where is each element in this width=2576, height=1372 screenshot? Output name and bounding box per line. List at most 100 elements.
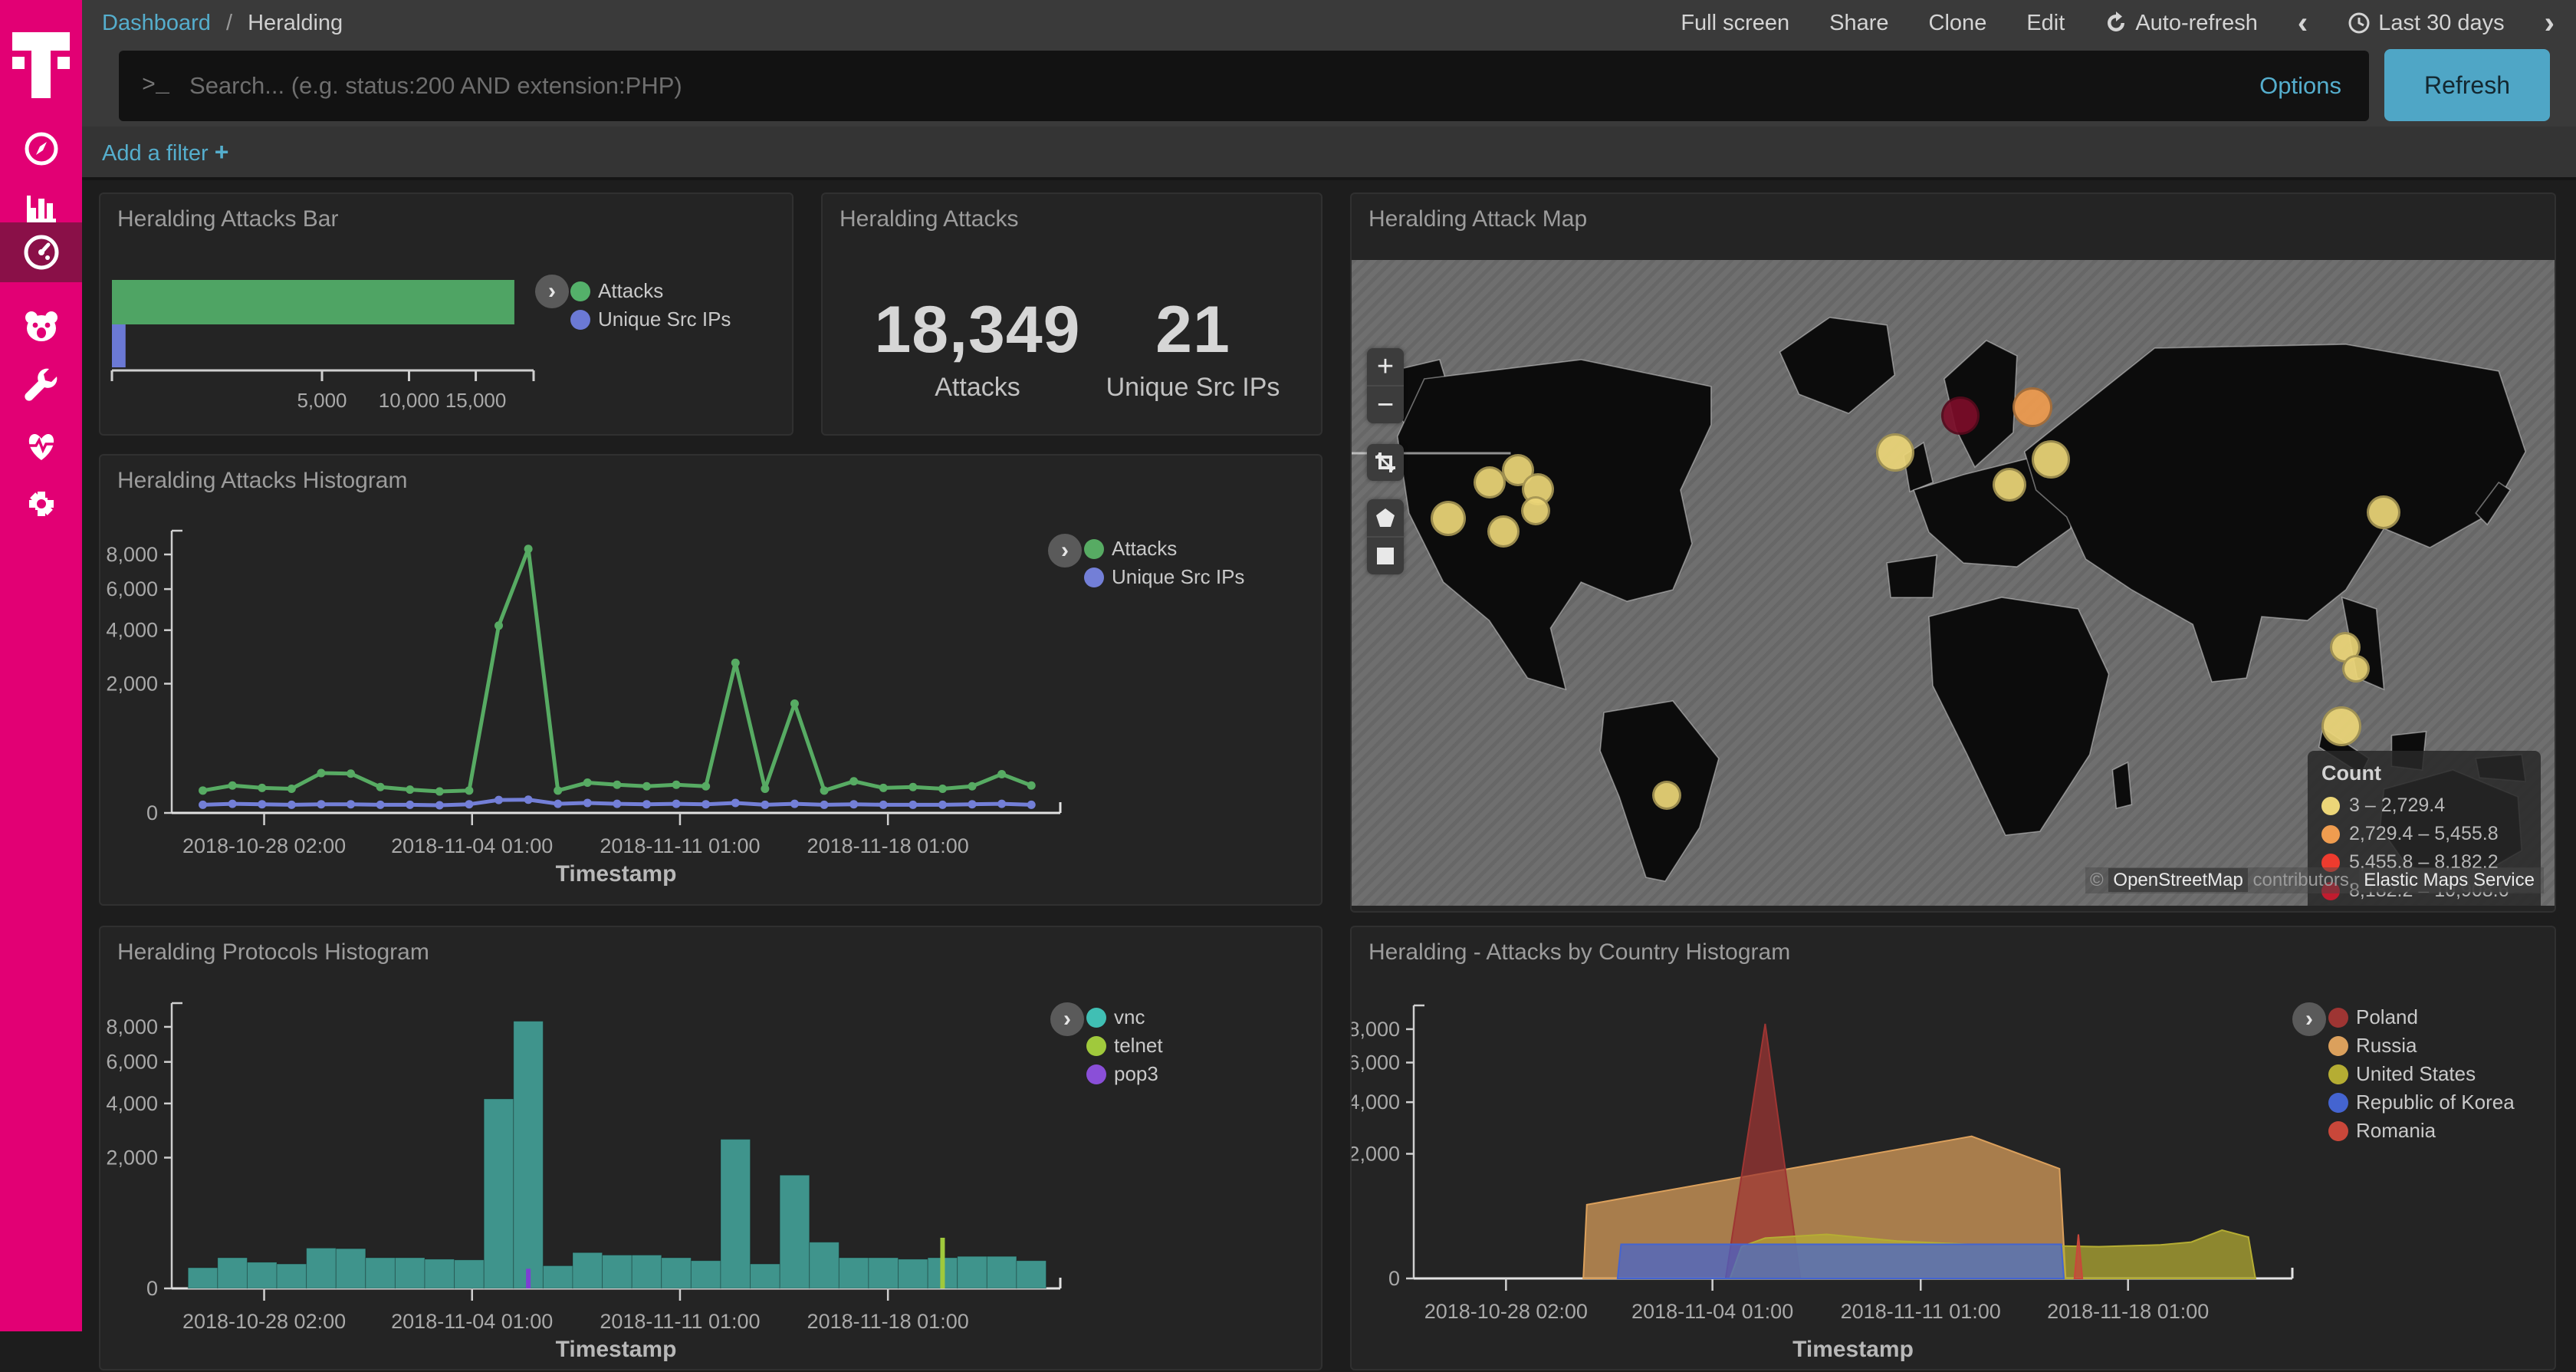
legend-item[interactable]: vnc — [1086, 1003, 1163, 1031]
legend-item[interactable]: Attacks — [570, 277, 731, 305]
time-forward-button[interactable]: › — [2545, 12, 2555, 35]
map-draw-controls — [1367, 499, 1404, 574]
telekom-logo[interactable] — [0, 15, 82, 107]
legend-dot-icon — [1086, 1008, 1106, 1028]
fit-bounds-button[interactable] — [1367, 444, 1404, 481]
panel-title: Heralding Attacks Bar — [117, 206, 338, 232]
share-button[interactable]: Share — [1829, 11, 1888, 36]
panel-country-histogram: Heralding - Attacks by Country Histogram… — [1350, 926, 2556, 1370]
attribution-link[interactable]: OpenStreetMap — [2108, 868, 2247, 892]
add-filter-button[interactable]: Add a filter + — [102, 138, 228, 166]
edit-button[interactable]: Edit — [2026, 11, 2065, 36]
panel-attacks-histogram: Heralding Attacks Histogram 02,0004,0006… — [99, 454, 1322, 906]
legend-item[interactable]: Unique Src IPs — [570, 305, 731, 334]
bucket-label: 3 – 2,729.4 — [2349, 795, 2445, 817]
panel-title: Heralding Protocols Histogram — [117, 939, 429, 966]
auto-refresh-button[interactable]: Auto-refresh — [2104, 11, 2258, 36]
svg-text:Timestamp: Timestamp — [1792, 1337, 1914, 1362]
legend-item[interactable]: Attacks — [1084, 535, 1244, 563]
map-legend-item: 10,908.6 – 13,635 — [2321, 905, 2527, 906]
rectangle-icon — [1375, 545, 1396, 567]
sidebar-item-dev-tools[interactable] — [0, 356, 82, 416]
legend-item[interactable]: Romania — [2328, 1117, 2515, 1145]
legend-label: United States — [2356, 1062, 2476, 1086]
legend-item[interactable]: Russia — [2328, 1031, 2515, 1060]
legend-item[interactable]: Unique Src IPs — [1084, 563, 1244, 591]
search-input[interactable] — [188, 71, 2259, 100]
top-nav: Dashboard / Heralding Full screen Share … — [82, 0, 2576, 46]
legend-expand-icon[interactable]: › — [1048, 534, 1082, 568]
polygon-icon — [1375, 507, 1396, 528]
sidebar-item-dashboard[interactable] — [0, 222, 82, 282]
panel-title: Heralding Attacks Histogram — [117, 468, 408, 494]
filter-bar: Add a filter + — [82, 127, 2576, 180]
breadcrumb: Dashboard / Heralding — [102, 11, 343, 36]
zoom-out-button[interactable]: − — [1367, 385, 1404, 423]
full-screen-button[interactable]: Full screen — [1681, 11, 1789, 36]
wrench-icon — [23, 367, 60, 404]
breadcrumb-dashboard-link[interactable]: Dashboard — [102, 11, 211, 35]
attack-dot — [1876, 433, 1914, 472]
attribution-text: contributors, — [2248, 870, 2359, 890]
legend-item[interactable]: Poland — [2328, 1003, 2515, 1031]
attack-dot — [1521, 496, 1550, 525]
attack-dot — [2032, 440, 2070, 479]
metric-value: 21 — [1086, 292, 1300, 368]
legend-expand-icon[interactable]: › — [535, 275, 569, 308]
sidebar-item-monitoring[interactable] — [0, 415, 82, 475]
metric-label: Attacks — [870, 373, 1085, 403]
svg-text:2018-10-28 02:00: 2018-10-28 02:00 — [182, 834, 346, 857]
bucket-dot-icon — [2321, 797, 2340, 815]
legend-item[interactable]: pop3 — [1086, 1060, 1163, 1088]
svg-text:2018-11-18 01:00: 2018-11-18 01:00 — [807, 834, 969, 857]
time-range-picker[interactable]: Last 30 days — [2348, 11, 2504, 36]
heartbeat-icon — [22, 426, 61, 464]
legend-dot-icon — [1084, 568, 1104, 587]
legend-label: Russia — [2356, 1034, 2417, 1058]
map-crop-control — [1367, 444, 1404, 481]
legend-label: Unique Src IPs — [598, 308, 731, 331]
time-back-button[interactable]: ‹ — [2298, 12, 2308, 35]
sidebar-item-management[interactable] — [0, 474, 82, 534]
metric-label: Unique Src IPs — [1086, 373, 1300, 403]
draw-polygon-button[interactable] — [1367, 499, 1404, 536]
svg-text:10,000: 10,000 — [379, 389, 440, 412]
options-link[interactable]: Options — [2259, 72, 2341, 100]
svg-text:6,000: 6,000 — [106, 577, 158, 600]
legend-label: vnc — [1114, 1005, 1145, 1029]
legend-label: Romania — [2356, 1119, 2436, 1143]
attribution-link[interactable]: Elastic Maps Service — [2359, 868, 2539, 892]
compass-icon — [23, 130, 60, 167]
sidebar-item-discover[interactable] — [0, 119, 82, 179]
legend-item[interactable]: telnet — [1086, 1031, 1163, 1060]
legend-item[interactable]: United States — [2328, 1060, 2515, 1088]
world-map[interactable]: + − Co — [1352, 260, 2555, 906]
svg-text:4,000: 4,000 — [1352, 1091, 1400, 1114]
draw-rectangle-button[interactable] — [1367, 536, 1404, 574]
panel-title: Heralding Attack Map — [1368, 206, 1587, 232]
legend-expand-icon[interactable]: › — [1050, 1002, 1084, 1036]
legend-label: pop3 — [1114, 1062, 1158, 1086]
legend: Attacks Unique Src IPs — [570, 277, 731, 334]
sidebar-item-animal[interactable] — [0, 297, 82, 357]
metric-attacks: 18,349 Attacks — [870, 292, 1085, 403]
zoom-in-button[interactable]: + — [1367, 348, 1404, 385]
plus-icon: + — [215, 138, 229, 166]
breadcrumb-separator: / — [226, 11, 232, 35]
legend-item[interactable]: Republic of Korea — [2328, 1088, 2515, 1117]
legend-dot-icon — [1084, 539, 1104, 559]
refresh-button[interactable]: Refresh — [2384, 49, 2550, 121]
svg-text:2018-10-28 02:00: 2018-10-28 02:00 — [1424, 1300, 1588, 1323]
svg-text:6,000: 6,000 — [106, 1051, 158, 1074]
panel-attacks-metric: Heralding Attacks 18,349 Attacks 21 Uniq… — [821, 192, 1322, 436]
clone-button[interactable]: Clone — [1929, 11, 1987, 36]
svg-text:2018-11-11 01:00: 2018-11-11 01:00 — [600, 1310, 760, 1333]
map-zoom-controls: + − — [1367, 348, 1404, 423]
svg-text:5,000: 5,000 — [297, 389, 347, 412]
attack-dot — [2321, 706, 2361, 746]
attack-dot — [1487, 515, 1520, 548]
clock-icon — [2348, 12, 2371, 35]
svg-text:0: 0 — [1388, 1267, 1400, 1290]
svg-text:15,000: 15,000 — [445, 389, 507, 412]
legend-expand-icon[interactable]: › — [2292, 1002, 2326, 1036]
